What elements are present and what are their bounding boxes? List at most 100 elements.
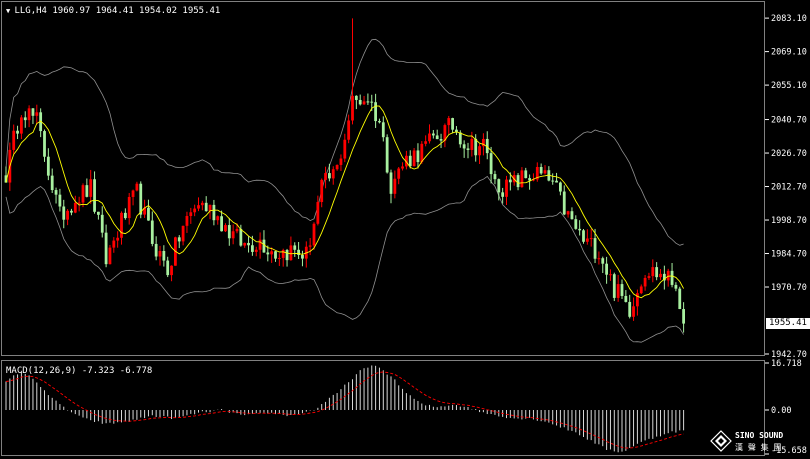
candle-body [170,265,173,276]
current-price-label: 1955.41 [766,318,810,330]
chart-canvas: 2083.10 2069.10 2055.10 2040.70 2026.70 2012.… [0,0,810,459]
candle-body [497,179,501,193]
candle-body [212,204,216,221]
candle-body [670,270,674,285]
candle-body [632,306,635,317]
candle-body [647,276,651,278]
candle-body [612,274,616,298]
candle-body [112,240,116,248]
price-tick-label: 1984.70 [771,250,807,260]
candle-body [616,284,620,298]
symbol-header: ▼ LLG,H4 1960.97 1964.41 1954.02 1955.41 [6,6,220,16]
candle-body [424,141,428,144]
candle-body [335,164,339,170]
candle-body [447,118,451,126]
candle-body [281,249,285,258]
candle-body [104,232,108,265]
macd-label: MACD(12,26,9) -7.323 -6.778 [6,366,153,376]
candle-body [147,207,150,221]
candle-body [204,202,208,212]
price-tick-label: 1998.70 [771,216,807,226]
candle-body [570,211,574,220]
candle-body [70,210,73,213]
candle-body [539,166,543,174]
candle-body [505,179,508,197]
symbol-line: LLG,H4 1960.97 1964.41 1954.02 1955.41 [14,6,221,16]
candle-body [489,153,493,175]
candle-body [254,249,258,252]
candle-body [389,172,393,194]
candle-body [428,133,431,142]
candle-body [131,190,135,197]
candle-body [358,99,362,105]
candle-body [543,170,547,174]
candle-body [97,211,100,215]
price-tick-label: 2012.70 [771,183,807,193]
candle-body [493,174,497,180]
candle-body [609,274,612,276]
candle-body [339,158,343,165]
candle-body [274,251,277,259]
candle-body [162,250,166,261]
candle-body [601,258,605,264]
candle-body [682,309,685,324]
candle-body [393,178,397,194]
candle-body [16,130,19,134]
price-tick-label: 2069.10 [771,48,807,58]
candle-body [628,301,632,317]
price-tick-label: 1970.70 [771,283,807,293]
candle-body [27,108,31,121]
candle-body [636,293,639,307]
candle-body [520,170,524,188]
candle-body [412,150,416,167]
candle-body [462,144,466,149]
candle-body [89,179,93,197]
candle-body [351,95,354,121]
candle-body [308,245,312,247]
candle-body [116,237,120,241]
candle-body [366,101,370,103]
candle-body [524,170,528,179]
candle-body [578,228,582,231]
sino-sound-logo: SINO SOUND 漢 聲 集 團 [710,430,783,452]
candle-body [289,245,293,261]
candle-body [301,255,304,259]
candle-body [331,169,335,179]
candle-body [43,131,46,157]
candle-body [666,270,670,281]
candle-body [135,183,139,191]
candle-body [655,267,659,278]
candle-body [62,206,66,220]
candle-body [54,190,58,195]
candle-body [585,238,589,242]
candle-body [378,121,381,123]
candle-body [397,168,401,179]
candle-body [220,216,223,232]
candle-body [285,249,289,261]
price-tick-label: 2026.70 [771,149,807,159]
candle-body [555,180,558,183]
candle-body [127,196,131,219]
candle-body [582,230,585,242]
candle-body [439,139,443,141]
candle-body [158,250,162,257]
candle-body [46,156,50,176]
macd-tick-label: 0.00 [771,406,791,416]
candle-body [154,243,158,257]
candle-body [247,242,250,246]
candle-body [431,133,435,136]
candle-body [270,251,274,255]
candle-body [181,225,185,242]
candle-body [189,212,193,216]
candle-body [328,173,331,179]
candle-body [401,166,404,169]
candle-body [12,130,16,150]
candle-body [50,175,54,191]
candle-body [574,219,578,229]
candle-body [58,194,62,207]
candle-body [297,249,300,256]
candle-body [266,252,270,255]
candle-body [73,202,77,213]
candle-body [562,191,566,215]
candle-body [235,228,239,232]
